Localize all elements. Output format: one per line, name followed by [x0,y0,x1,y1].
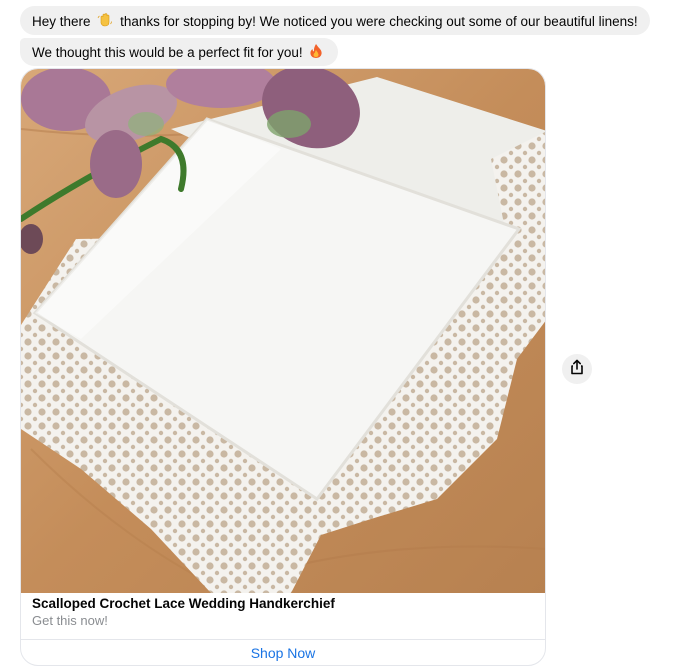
product-subtitle: Get this now! [32,613,108,628]
message-text: We thought this would be a perfect fit f… [32,45,303,60]
product-title: Scalloped Crochet Lace Wedding Handkerch… [32,596,335,611]
share-icon [570,359,584,380]
shop-now-button[interactable]: Shop Now [21,640,545,665]
message-text-end: thanks for stopping by! We noticed you w… [120,14,638,29]
fire-icon [309,43,323,64]
message-bubble-recommendation: We thought this would be a perfect fit f… [20,38,339,66]
product-image[interactable] [21,69,546,593]
message-text-start: Hey there [32,14,91,29]
product-card[interactable]: Scalloped Crochet Lace Wedding Handkerch… [20,68,546,666]
message-bubble-greeting: Hey there thanks for stopping by! We not… [20,6,650,35]
share-button[interactable] [562,354,592,384]
waving-hand-icon [97,12,113,33]
